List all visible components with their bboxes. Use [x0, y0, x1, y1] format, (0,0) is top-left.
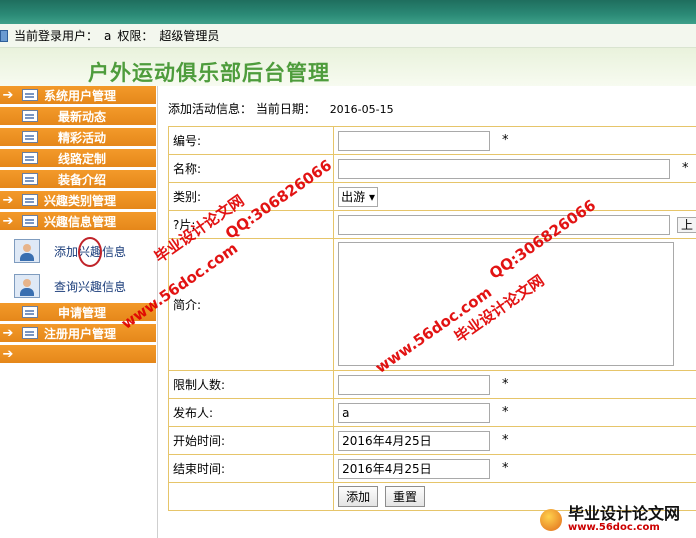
- document-icon: [22, 110, 38, 122]
- image-input[interactable]: [338, 214, 671, 235]
- watermark-logo: 毕业设计论文网 www.56doc.com: [540, 506, 680, 533]
- user-icon: [14, 274, 40, 298]
- form-row-name: 名称: *: [167, 154, 696, 183]
- limit-input[interactable]: [338, 374, 491, 395]
- arrow-icon: ➔: [2, 192, 14, 208]
- form-row-start-time: 开始时间: *: [167, 426, 696, 455]
- current-date: 2016-05-15: [329, 103, 394, 116]
- start-time-input[interactable]: [338, 430, 491, 451]
- sidebar-item-label: 申请管理: [58, 305, 107, 320]
- page-label: 添加活动信息：: [168, 102, 253, 116]
- form-row-intro: 简介:: [167, 238, 696, 371]
- document-icon: [22, 327, 38, 339]
- document-icon: [22, 173, 38, 185]
- sidebar-item-label: 精彩活动: [58, 130, 107, 145]
- publisher-input[interactable]: [338, 402, 491, 423]
- sidebar-item-equipment[interactable]: 装备介绍: [0, 170, 156, 189]
- sidebar-item-label: 系统用户管理: [44, 88, 117, 103]
- sidebar-item-activities[interactable]: 精彩活动: [0, 128, 156, 147]
- form-row-publisher: 发布人: *: [167, 398, 696, 427]
- field-label: 发布人:: [167, 398, 335, 427]
- current-user: a: [104, 28, 112, 43]
- page-header: 添加活动信息： 当前日期： 2016-05-15: [168, 100, 394, 117]
- field-label: 编号:: [167, 126, 335, 155]
- sidebar-item-label: 线路定制: [58, 151, 107, 166]
- field-label: 简介:: [167, 238, 335, 371]
- add-button[interactable]: 添加: [338, 486, 379, 507]
- id-input[interactable]: [338, 130, 491, 151]
- login-info-bar: 当前登录用户： a 权限： 超级管理员: [0, 24, 696, 48]
- logo-ball-icon: [540, 508, 562, 531]
- sidebar-item-label: 最新动态: [58, 109, 107, 124]
- sidebar-subitem-add-interest[interactable]: 添加兴趣信息: [14, 236, 126, 266]
- arrow-icon: ➔: [2, 87, 14, 103]
- page-icon: [0, 29, 8, 42]
- document-icon: [22, 152, 38, 164]
- document-icon: [22, 306, 38, 318]
- role-value: 超级管理员: [159, 29, 220, 43]
- sidebar-item-interest-info[interactable]: ➔ 兴趣信息管理: [0, 212, 156, 231]
- sidebar-item-empty[interactable]: ➔: [0, 345, 156, 364]
- sidebar-item-system-users[interactable]: ➔ 系统用户管理: [0, 86, 156, 105]
- system-title: 户外运动俱乐部后台管理: [88, 60, 330, 85]
- reset-button[interactable]: 重置: [385, 486, 426, 507]
- sidebar-item-routes[interactable]: 线路定制: [0, 149, 156, 168]
- form-row-id: 编号: *: [167, 126, 696, 155]
- sidebar-item-news[interactable]: 最新动态: [0, 107, 156, 126]
- field-label: 结束时间:: [167, 454, 335, 483]
- document-icon: [22, 194, 38, 206]
- required-mark: *: [681, 161, 689, 176]
- end-time-input[interactable]: [338, 458, 491, 479]
- sidebar-item-label: 兴趣信息管理: [44, 214, 117, 229]
- logo-text: 毕业设计论文网: [568, 504, 681, 523]
- name-input[interactable]: [338, 158, 671, 179]
- sidebar-item-label: 装备介绍: [58, 172, 107, 187]
- top-banner: [0, 0, 696, 24]
- brand-header: 户外运动俱乐部后台管理: [0, 48, 696, 86]
- date-label: 当前日期：: [255, 102, 316, 116]
- arrow-icon: ➔: [2, 346, 14, 362]
- required-mark: *: [501, 133, 509, 148]
- document-icon: [22, 89, 38, 101]
- arrow-icon: ➔: [2, 213, 14, 229]
- current-user-label: 当前登录用户：: [14, 29, 99, 43]
- sidebar-item-label: 兴趣类别管理: [44, 193, 117, 208]
- arrow-icon: ➔: [2, 325, 14, 341]
- logo-url: www.56doc.com: [568, 522, 660, 533]
- required-mark: *: [501, 377, 509, 392]
- upload-button[interactable]: 上: [676, 217, 696, 233]
- sidebar-subitem-label: 查询兴趣信息: [54, 279, 127, 294]
- required-mark: *: [501, 461, 509, 476]
- user-icon: [14, 239, 40, 263]
- category-select[interactable]: 出游 ▾: [338, 186, 378, 207]
- sidebar-item-label: 注册用户管理: [44, 326, 117, 341]
- form-row-end-time: 结束时间: *: [167, 454, 696, 483]
- required-mark: *: [501, 433, 509, 448]
- form-row-limit: 限制人数: *: [167, 370, 696, 399]
- main-content: 添加活动信息： 当前日期： 2016-05-15 编号: * 名称: * 类别:…: [158, 86, 696, 538]
- document-icon: [22, 215, 38, 227]
- sidebar-item-interest-categories[interactable]: ➔ 兴趣类别管理: [0, 191, 156, 210]
- red-circle-annotation: [78, 237, 102, 267]
- role-label: 权限：: [117, 29, 154, 43]
- sidebar-subitem-query-interest[interactable]: 查询兴趣信息: [14, 271, 126, 301]
- field-label: 限制人数:: [167, 370, 335, 399]
- document-icon: [22, 131, 38, 143]
- required-mark: *: [501, 405, 509, 420]
- field-label: 开始时间:: [167, 426, 335, 455]
